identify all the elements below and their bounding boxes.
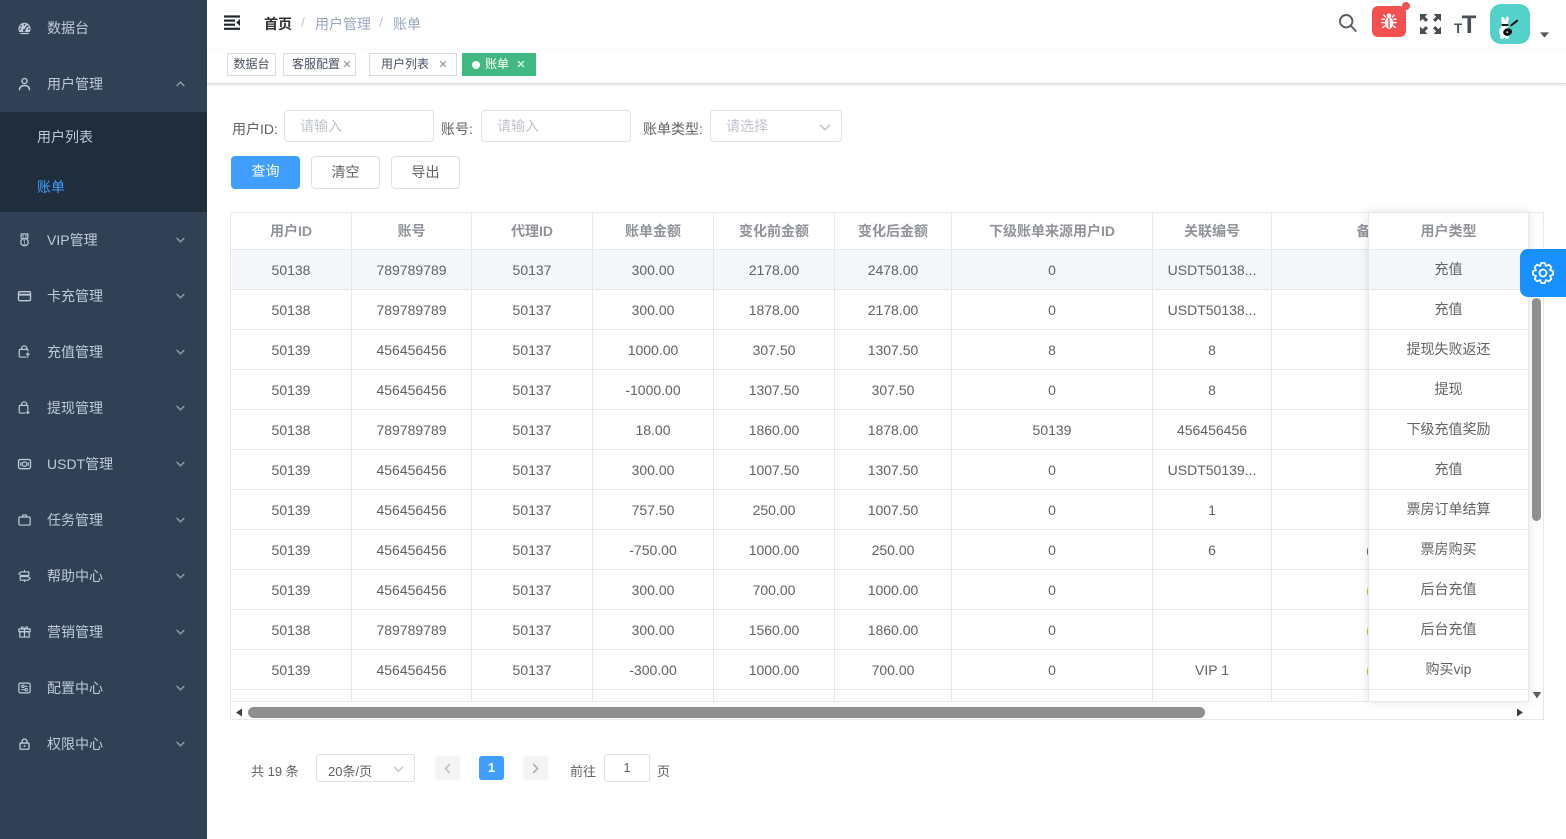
svg-text:1: 1: [23, 239, 27, 246]
svg-text:T: T: [1462, 13, 1476, 34]
